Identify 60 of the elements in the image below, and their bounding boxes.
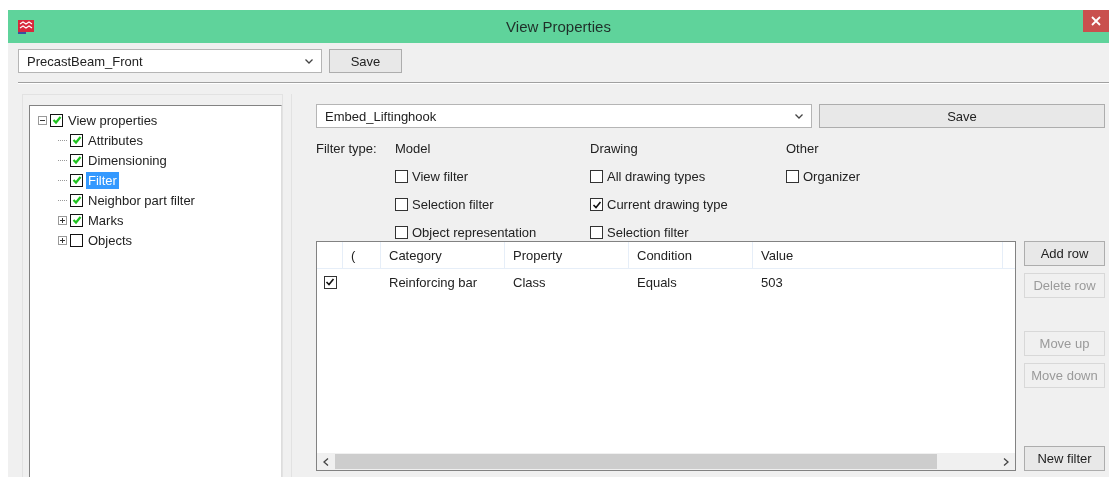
expand-icon[interactable]	[58, 215, 67, 225]
checkbox[interactable]	[70, 173, 83, 187]
checkbox-label[interactable]: Selection filter	[607, 225, 689, 240]
column-header[interactable]: Property	[505, 242, 629, 268]
tree-item[interactable]: Marks	[86, 211, 126, 229]
collapse-icon[interactable]	[38, 115, 47, 125]
side-button[interactable]: New filter	[1024, 446, 1105, 471]
column-header[interactable]: (	[343, 242, 381, 268]
checkbox[interactable]	[395, 226, 408, 239]
tree-item[interactable]: Dimensioning	[86, 151, 169, 169]
checkbox[interactable]	[395, 170, 408, 183]
tree-item[interactable]: Objects	[86, 231, 135, 249]
caret-icon	[795, 113, 803, 119]
checkbox[interactable]	[70, 233, 83, 247]
checkbox[interactable]	[70, 193, 83, 207]
checkbox[interactable]	[50, 113, 63, 127]
checkbox[interactable]	[70, 133, 83, 147]
checkbox[interactable]	[786, 170, 799, 183]
checkbox-label[interactable]: Current drawing type	[607, 197, 728, 212]
column-header[interactable]: Value	[753, 242, 1003, 268]
table-cell-text: Equals	[636, 274, 678, 290]
close-icon	[1091, 16, 1101, 26]
table-cell-text: Class	[512, 274, 547, 290]
checkbox[interactable]	[590, 170, 603, 183]
checkbox-label[interactable]: All drawing types	[607, 169, 706, 184]
scroll-right-icon[interactable]	[1003, 457, 1009, 466]
scroll-left-icon[interactable]	[323, 457, 329, 466]
checkbox[interactable]	[395, 198, 408, 211]
checkbox[interactable]	[590, 226, 603, 239]
table-cell-text: Reinforcing bar	[388, 274, 479, 290]
column-header[interactable]: Condition	[629, 242, 753, 268]
tree-item[interactable]: Neighbor part filter	[86, 191, 197, 209]
checkbox-label[interactable]: View filter	[412, 169, 469, 184]
filter-type-label: Filter type:	[316, 141, 378, 158]
checkbox-label[interactable]: Object representation	[412, 225, 537, 240]
scroll-thumb[interactable]	[335, 454, 938, 469]
expand-icon[interactable]	[58, 235, 67, 245]
save-button[interactable]: Save	[329, 49, 402, 73]
tree-item[interactable]: View properties	[66, 111, 160, 129]
group-heading: Other	[786, 141, 820, 156]
close-button[interactable]	[1083, 10, 1109, 32]
horizontal-scrollbar[interactable]	[317, 453, 1015, 470]
view-dropdown[interactable]: PrecastBeam_Front	[18, 49, 322, 73]
save-button[interactable]: Save	[819, 104, 1105, 128]
checkbox-label[interactable]: Organizer	[803, 169, 861, 184]
checkbox[interactable]	[590, 198, 603, 211]
checkbox-label[interactable]: Selection filter	[412, 197, 494, 212]
side-button[interactable]: Add row	[1024, 241, 1105, 266]
group-heading: Drawing	[590, 141, 639, 156]
tree-item[interactable]: Attributes	[86, 131, 145, 149]
table-cell-text: 503	[760, 274, 784, 290]
checkbox[interactable]	[70, 213, 83, 227]
caret-icon	[305, 58, 313, 64]
app-logo-icon	[18, 18, 34, 35]
window-title: View Properties	[506, 18, 611, 35]
column-header[interactable]: Category	[381, 242, 505, 268]
checkbox[interactable]	[70, 153, 83, 167]
filter-dropdown[interactable]: Embed_Liftinghook	[316, 104, 812, 128]
checkbox[interactable]	[323, 275, 337, 289]
group-heading: Model	[395, 141, 432, 156]
